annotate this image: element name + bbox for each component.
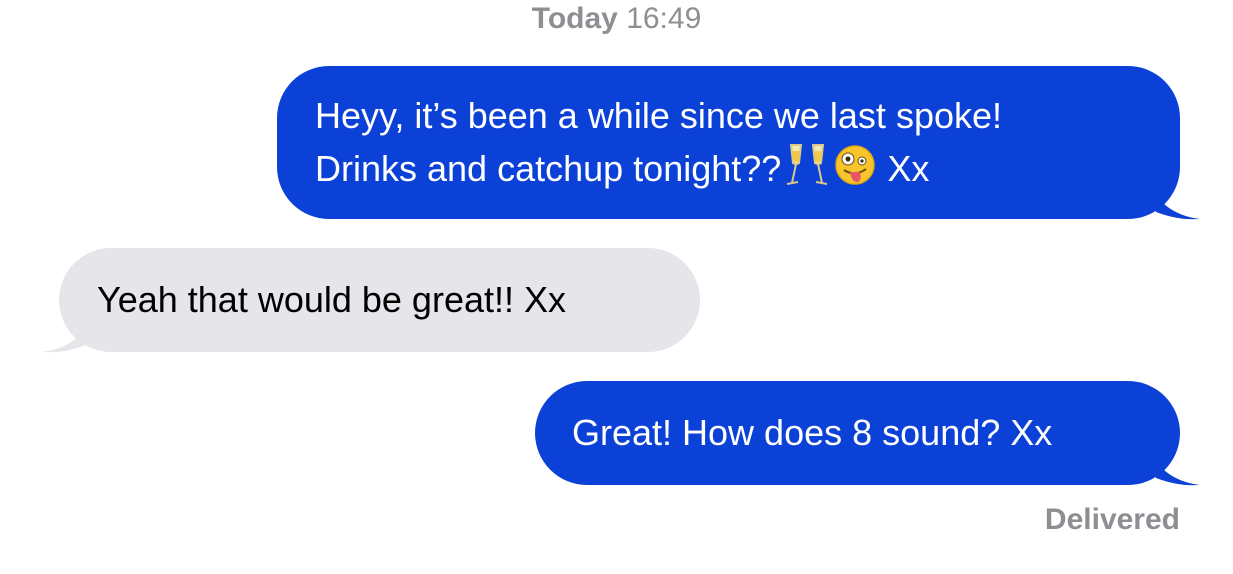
message-text-line: Heyy, it’s been a while since we last sp…: [315, 95, 1003, 136]
message-bubble-incoming[interactable]: Yeah that would be great!! Xx: [59, 248, 700, 352]
timestamp-time: 16:49: [626, 2, 702, 35]
message-text: Great! How does 8 sound? Xx: [572, 412, 1053, 453]
message-text: Drinks and catchup tonight??: [315, 148, 782, 189]
zany-face-icon: [833, 141, 877, 200]
conversation-timestamp: Today 16:49: [0, 0, 1233, 40]
message-signoff: Xx: [887, 148, 930, 189]
delivery-status: Delivered: [1044, 503, 1180, 536]
clinking-champagne-glasses-icon: [785, 141, 829, 200]
message-bubble-outgoing[interactable]: Great! How does 8 sound? Xx: [535, 381, 1180, 485]
message-text-line: Drinks and catchup tonight?? Xx: [315, 141, 1142, 200]
message-bubble-outgoing[interactable]: Heyy, it’s been a while since we last sp…: [277, 66, 1180, 219]
message-text: Yeah that would be great!! Xx: [97, 279, 567, 320]
timestamp-day: Today: [531, 2, 618, 35]
